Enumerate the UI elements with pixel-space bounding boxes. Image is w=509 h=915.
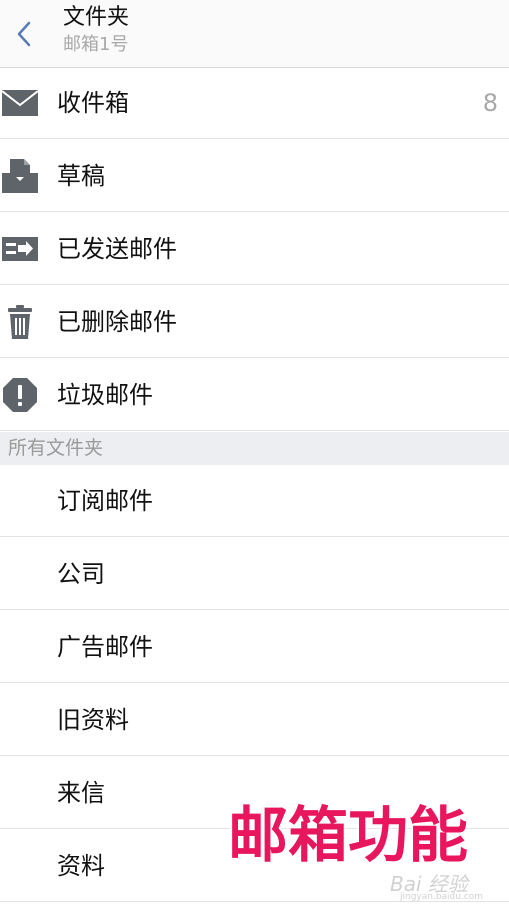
folder-label: 订阅邮件 [57,487,153,515]
folder-label: 广告邮件 [57,633,153,661]
folder-label: 已删除邮件 [57,308,177,336]
folder-row-custom[interactable]: 订阅邮件 [0,465,509,537]
folder-label: 旧资料 [57,706,129,734]
folder-label: 资料 [57,852,105,880]
account-subtitle: 邮箱1号 [63,34,129,55]
folder-row-custom[interactable]: 公司 [0,538,509,610]
folder-row-deleted[interactable]: 已删除邮件 [0,286,509,358]
folder-row-drafts[interactable]: 草稿 [0,140,509,212]
unread-count: 8 [482,89,498,117]
folder-label: 已发送邮件 [57,235,177,263]
folder-label: 收件箱 [57,89,129,117]
sent-icon [0,213,40,285]
folder-row-sent[interactable]: 已发送邮件 [0,213,509,285]
page-title: 文件夹 [63,5,130,30]
folder-label: 来信 [57,779,105,807]
header-bar: 文件夹 邮箱1号 [0,0,509,68]
trash-icon [0,286,40,358]
section-label: 所有文件夹 [8,437,104,459]
overlay-caption: 邮箱功能 [228,801,468,871]
back-button[interactable] [0,0,48,67]
folder-label: 垃圾邮件 [57,381,153,409]
folder-row-inbox[interactable]: 收件箱 8 [0,67,509,139]
folder-row-custom[interactable]: 广告邮件 [0,611,509,683]
folder-label: 公司 [57,560,105,588]
folder-label: 草稿 [57,162,105,190]
section-header: 所有文件夹 [0,432,509,465]
spam-icon [0,359,40,431]
watermark-url: jingyan.baidu.com [400,892,484,902]
draft-icon [0,140,40,212]
chevron-left-icon [17,21,31,46]
folder-row-custom[interactable]: 旧资料 [0,684,509,756]
folder-row-spam[interactable]: 垃圾邮件 [0,359,509,431]
envelope-icon [0,67,40,139]
